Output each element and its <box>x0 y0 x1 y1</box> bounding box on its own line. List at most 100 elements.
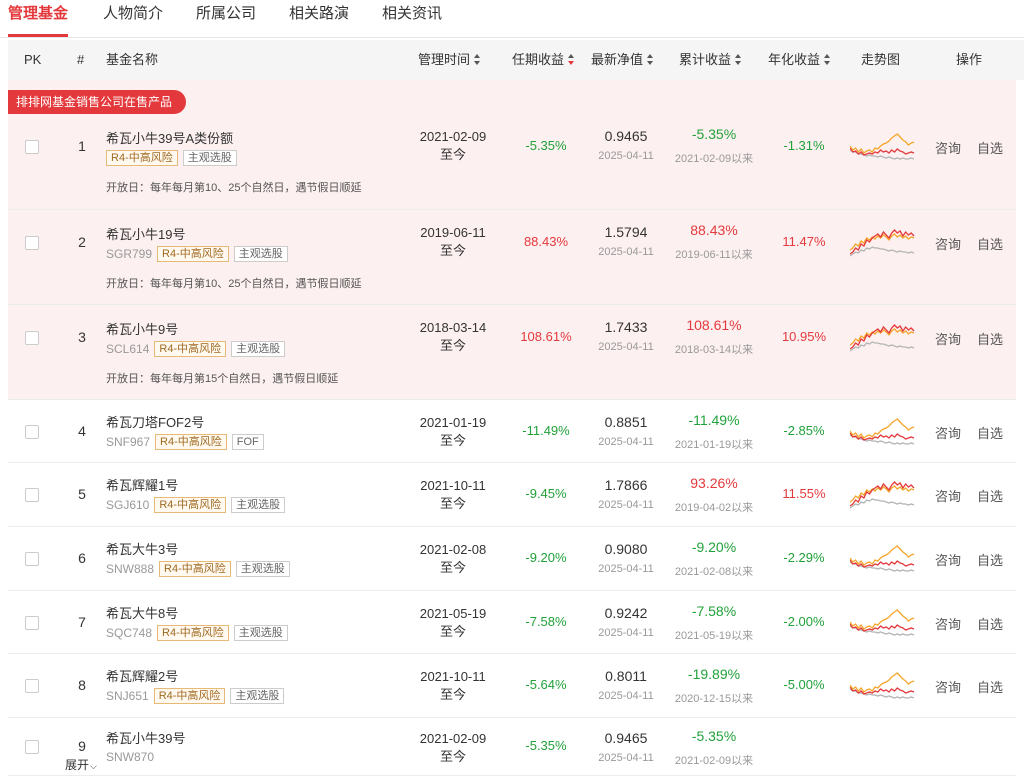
manage-end-label: 至今 <box>439 624 466 639</box>
expand-toggle[interactable]: 展开⌵ <box>65 756 97 773</box>
col-cum-return[interactable]: 累计收益 <box>679 51 742 69</box>
fund-name[interactable]: 希瓦大牛8号 <box>106 603 178 622</box>
watchlist-button[interactable]: 自选 <box>977 677 1003 696</box>
tab-managed-funds[interactable]: 管理基金 <box>8 4 69 37</box>
table-row: 9 希瓦小牛39号 SNW870 2021-02-09 至今 -5.35% 0.9465 20… <box>8 718 1016 776</box>
trend-sparkline[interactable] <box>849 224 916 264</box>
fund-name[interactable]: 希瓦小牛19号 <box>106 224 185 243</box>
cum-since: 2019-06-11以来 <box>675 249 753 261</box>
tab-profile[interactable]: 人物简介 <box>103 4 163 36</box>
sort-desc-icon[interactable] <box>568 54 575 65</box>
fund-name[interactable]: 希瓦大牛3号 <box>106 539 178 558</box>
cum-return: 108.61% <box>686 317 742 333</box>
watchlist-button[interactable]: 自选 <box>977 614 1003 633</box>
annual-return: -2.85% <box>783 423 825 438</box>
consult-button[interactable]: 咨询 <box>935 550 961 569</box>
manage-start-date: 2019-06-11 <box>420 225 486 240</box>
term-return: -5.35% <box>525 138 567 153</box>
chevron-down-icon: ⌵ <box>90 761 97 771</box>
sparkline-svg <box>849 609 915 636</box>
pk-checkbox[interactable] <box>25 425 39 439</box>
cum-return: 93.26% <box>690 475 738 491</box>
sort-icon[interactable] <box>474 54 481 65</box>
trend-sparkline[interactable] <box>849 476 916 516</box>
nav-date: 2025-04-11 <box>598 499 654 511</box>
latest-nav: 0.9465 <box>604 730 648 746</box>
cum-return: 88.43% <box>690 222 738 238</box>
pk-checkbox[interactable] <box>25 552 39 566</box>
fund-meta: SCL614 R4-中高风险 主观选股 <box>106 341 286 357</box>
watchlist-button[interactable]: 自选 <box>977 423 1003 442</box>
strategy-tag: 主观选股 <box>231 497 286 513</box>
col-term-return-label: 任期收益 <box>512 52 565 67</box>
col-manage-time[interactable]: 管理时间 <box>418 51 481 69</box>
strategy-tag: 主观选股 <box>235 561 290 577</box>
trend-sparkline[interactable] <box>849 128 916 168</box>
manage-start-date: 2021-02-09 <box>419 129 487 144</box>
manage-start-date: 2021-02-08 <box>419 542 487 557</box>
manage-period: 2021-05-19 至今 <box>408 605 498 641</box>
fund-meta: SQC748 R4-中高风险 主观选股 <box>106 625 288 641</box>
manage-start-date: 2021-02-09 <box>419 731 487 746</box>
fund-name[interactable]: 希瓦辉耀2号 <box>106 666 178 685</box>
watchlist-button[interactable]: 自选 <box>977 138 1003 157</box>
pk-checkbox[interactable] <box>25 740 39 754</box>
pk-checkbox[interactable] <box>25 488 39 502</box>
term-return: -9.45% <box>525 486 567 501</box>
sort-icon[interactable] <box>735 54 742 65</box>
tab-roadshow[interactable]: 相关路演 <box>289 4 349 36</box>
pk-checkbox[interactable] <box>25 236 39 250</box>
nav-date: 2025-04-11 <box>598 563 654 575</box>
fund-name[interactable]: 希瓦小牛39号A类份额 <box>106 128 233 147</box>
fund-code: SNW888 <box>106 562 155 576</box>
pk-checkbox[interactable] <box>25 616 39 630</box>
table-header: PK # 基金名称 管理时间 任期收益 最新净值 累计收益 年化收益 走势图 操… <box>8 40 1024 80</box>
consult-button[interactable]: 咨询 <box>935 677 961 696</box>
consult-button[interactable]: 咨询 <box>935 423 961 442</box>
trend-sparkline[interactable] <box>849 540 916 580</box>
col-annual-return[interactable]: 年化收益 <box>768 51 831 69</box>
sparkline-svg <box>849 133 915 160</box>
fund-code: SNF967 <box>106 435 151 449</box>
trend-sparkline[interactable] <box>849 667 916 707</box>
consult-button[interactable]: 咨询 <box>935 234 961 253</box>
trend-sparkline[interactable] <box>849 319 916 359</box>
pk-checkbox[interactable] <box>25 140 39 154</box>
consult-button[interactable]: 咨询 <box>935 486 961 505</box>
col-latest-nav[interactable]: 最新净值 <box>591 51 654 69</box>
consult-button[interactable]: 咨询 <box>935 614 961 633</box>
fund-name[interactable]: 希瓦刀塔FOF2号 <box>106 412 204 431</box>
sparkline-primary <box>849 324 915 350</box>
strategy-tag: 主观选股 <box>233 246 288 262</box>
term-return: -5.35% <box>525 738 567 753</box>
col-index: # <box>77 52 85 67</box>
watchlist-button[interactable]: 自选 <box>977 329 1003 348</box>
sort-icon[interactable] <box>647 54 654 65</box>
pk-checkbox[interactable] <box>25 679 39 693</box>
term-return: -11.49% <box>522 423 570 438</box>
fund-name[interactable]: 希瓦辉耀1号 <box>106 475 178 494</box>
consult-button[interactable]: 咨询 <box>935 329 961 348</box>
sort-icon[interactable] <box>824 54 831 65</box>
fund-name[interactable]: 希瓦小牛9号 <box>106 319 178 338</box>
col-term-return[interactable]: 任期收益 <box>512 51 575 69</box>
manage-end-label: 至今 <box>439 749 466 764</box>
trend-sparkline[interactable] <box>849 413 916 453</box>
consult-button[interactable]: 咨询 <box>935 138 961 157</box>
cum-return: -5.35% <box>691 728 737 744</box>
manage-period: 2018-03-14 至今 <box>408 319 498 355</box>
fund-name[interactable]: 希瓦小牛39号 <box>106 728 185 747</box>
annual-return: -5.00% <box>783 677 825 692</box>
sparkline-svg <box>849 324 915 352</box>
trend-sparkline[interactable] <box>849 604 916 644</box>
tab-company[interactable]: 所属公司 <box>196 4 256 36</box>
tab-news[interactable]: 相关资讯 <box>382 4 442 36</box>
watchlist-button[interactable]: 自选 <box>977 550 1003 569</box>
col-annual-return-label: 年化收益 <box>768 52 821 67</box>
sparkline-primary <box>849 418 915 439</box>
pk-checkbox[interactable] <box>25 331 39 345</box>
watchlist-button[interactable]: 自选 <box>977 486 1003 505</box>
nav-date: 2025-04-11 <box>598 627 654 639</box>
latest-nav: 0.9465 <box>604 128 648 144</box>
watchlist-button[interactable]: 自选 <box>977 234 1003 253</box>
